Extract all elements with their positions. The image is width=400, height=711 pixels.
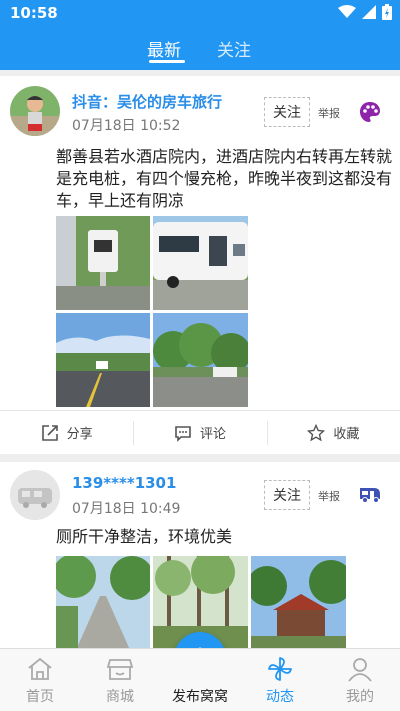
active-tab-indicator <box>149 60 185 63</box>
publish-label: 发布窝窝 <box>172 689 228 705</box>
post-action-bar: 分享 评论 收藏 <box>0 410 400 454</box>
comment-button[interactable]: 评论 <box>133 411 266 454</box>
avatar[interactable] <box>10 470 60 520</box>
nav-profile[interactable]: 我的 <box>320 649 400 711</box>
comment-icon <box>175 425 191 442</box>
status-time: 10:58 <box>10 4 58 22</box>
nav-shop-label: 商城 <box>106 689 134 705</box>
palette-icon <box>360 102 380 122</box>
nav-feed[interactable]: 动态 <box>240 649 320 711</box>
status-bar: 10:58 <box>0 0 400 26</box>
wifi-icon <box>338 5 356 18</box>
home-icon <box>28 657 52 680</box>
post-text: 厕所干净整洁，环境优美 <box>56 527 233 546</box>
tab-following[interactable]: 关注 <box>217 36 251 61</box>
post-photo[interactable] <box>153 313 248 407</box>
post-photo[interactable] <box>251 556 346 648</box>
shop-icon <box>106 659 134 680</box>
nav-home-label: 首页 <box>26 689 54 705</box>
rv-icon <box>360 488 380 503</box>
share-label: 分享 <box>66 427 93 442</box>
nav-profile-label: 我的 <box>346 689 374 705</box>
report-link[interactable]: 举报 <box>318 488 340 504</box>
favorite-button[interactable]: 收藏 <box>266 411 400 454</box>
favorite-label: 收藏 <box>333 427 360 442</box>
post-username[interactable]: 139****1301 <box>72 474 176 492</box>
tab-latest[interactable]: 最新 <box>147 36 181 61</box>
report-link[interactable]: 举报 <box>318 105 340 121</box>
star-icon <box>307 423 326 441</box>
post-text: 鄯善县若水酒店院内，进酒店院内右转再左转就是充电桩，有四个慢充枪，昨晚半夜到这都… <box>56 147 393 210</box>
post-time: 07月18日 10:49 <box>72 501 181 517</box>
comment-label: 评论 <box>199 427 226 442</box>
post-card: 抖音：吴伦的房车旅行 07月18日 10:52 关注 举报 鄯善县若水酒店院内，… <box>0 76 400 454</box>
post-photo[interactable] <box>56 313 150 407</box>
avatar[interactable] <box>10 86 60 136</box>
profile-icon <box>348 658 372 682</box>
pinwheel-icon <box>268 657 292 681</box>
follow-button[interactable]: 关注 <box>264 97 310 127</box>
feed[interactable]: 抖音：吴伦的房车旅行 07月18日 10:52 关注 举报 鄯善县若水酒店院内，… <box>0 70 400 648</box>
battery-icon <box>382 4 392 20</box>
status-icons <box>338 4 392 20</box>
follow-button[interactable]: 关注 <box>264 480 310 510</box>
post-photo[interactable] <box>153 216 248 310</box>
nav-shop[interactable]: 商城 <box>80 649 160 711</box>
nav-feed-label: 动态 <box>266 689 294 705</box>
nav-home[interactable]: 首页 <box>0 649 80 711</box>
top-tab-bar: 最新 关注 <box>0 26 400 70</box>
post-photo[interactable] <box>56 556 150 648</box>
signal-icon <box>362 5 376 19</box>
share-button[interactable]: 分享 <box>0 411 133 454</box>
post-time: 07月18日 10:52 <box>72 118 181 134</box>
post-username[interactable]: 抖音：吴伦的房车旅行 <box>72 91 222 112</box>
post-photo[interactable] <box>56 216 150 310</box>
share-icon <box>41 424 58 441</box>
post-card: 139****1301 07月18日 10:49 关注 举报 厕所干净整洁，环境… <box>0 462 400 648</box>
